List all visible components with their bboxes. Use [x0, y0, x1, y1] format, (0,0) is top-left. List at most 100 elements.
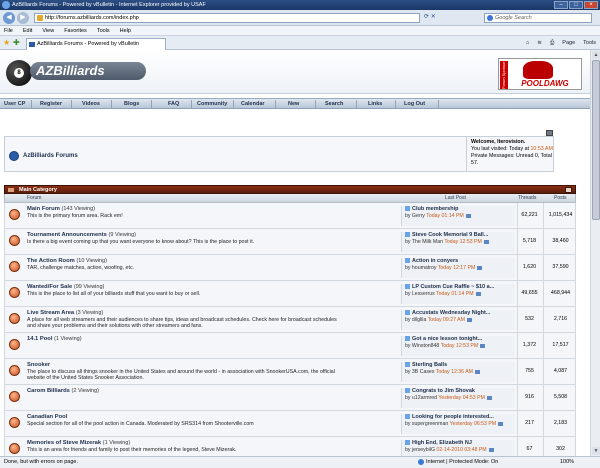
sponsor-banner[interactable]: Forum Sponsor POOLDAWG: [498, 58, 582, 90]
forum-name-link[interactable]: Snooker: [27, 362, 50, 368]
url-input[interactable]: http://forums.azbilliards.com/index.php: [34, 13, 420, 23]
refresh-stop-icons[interactable]: ⟳ ✕: [424, 13, 436, 20]
maximize-button[interactable]: □: [569, 1, 583, 9]
last-post-title-link[interactable]: Sterling Balls: [412, 362, 447, 368]
last-post-title-link[interactable]: Steve Cook Memorial 9 Ball...: [412, 232, 488, 238]
browser-tab[interactable]: AzBilliards Forums - Powered by vBulleti…: [26, 38, 166, 50]
last-post-title-link[interactable]: Looking for people interested...: [412, 414, 494, 420]
forum-info: Carom Billiards (2 Viewing): [27, 388, 397, 395]
nav-videos[interactable]: Videos: [82, 99, 100, 109]
menu-tools[interactable]: Tools: [97, 26, 110, 35]
nav-new[interactable]: New: [288, 99, 299, 109]
last-post-time: 02-14-2010 03:48 PM: [436, 447, 487, 453]
last-post-author[interactable]: by jerseybilG: [405, 447, 435, 453]
forum-info: Tournament Announcements (9 Viewing) Is t…: [27, 232, 397, 245]
forum-name-link[interactable]: Tournament Announcements: [27, 232, 107, 238]
last-post-author[interactable]: by 3B Cases: [405, 369, 434, 375]
nav-links[interactable]: Links: [368, 99, 382, 109]
go-to-last-post-icon[interactable]: [486, 395, 492, 400]
home-icon[interactable]: ⌂: [526, 39, 529, 47]
last-post-title-link[interactable]: Club membership: [412, 206, 458, 212]
back-button[interactable]: ◀: [3, 12, 15, 24]
page-menu[interactable]: Page: [562, 39, 575, 47]
go-to-last-post-icon[interactable]: [498, 421, 504, 426]
tab-favicon: [29, 42, 35, 47]
forward-button[interactable]: ▶: [17, 12, 29, 24]
go-to-last-post-icon[interactable]: [480, 343, 486, 348]
private-messages-link[interactable]: Private Messages: Unread 0, Total 57.: [471, 153, 553, 167]
menu-view[interactable]: View: [42, 26, 54, 35]
last-post-author[interactable]: by u12armred: [405, 395, 437, 401]
nav-user-cp[interactable]: User CP: [4, 99, 25, 109]
last-post-title-link[interactable]: Accustats Wednesday Night...: [412, 310, 490, 316]
last-post-author[interactable]: by Gerry: [405, 213, 425, 219]
last-post-title-link[interactable]: Got a nice lesson tonight...: [412, 336, 482, 342]
last-post-author[interactable]: by supergreenman: [405, 421, 448, 427]
minimize-button[interactable]: –: [554, 1, 568, 9]
nav-log-out[interactable]: Log Out: [404, 99, 425, 109]
breadcrumb-title[interactable]: AzBilliards Forums: [23, 153, 78, 159]
forum-name-link[interactable]: Wanted/For Sale: [27, 284, 72, 290]
forum-description: This is an area for friends and family t…: [27, 446, 237, 453]
nav-blogs[interactable]: Blogs: [124, 99, 139, 109]
zoom-level[interactable]: 100%: [560, 457, 574, 468]
nav-register[interactable]: Register: [40, 99, 62, 109]
go-to-last-post-icon[interactable]: [483, 239, 489, 244]
menu-help[interactable]: Help: [120, 26, 131, 35]
category-title[interactable]: Main Category: [19, 187, 57, 193]
add-favorites-icon[interactable]: ✚: [13, 38, 20, 48]
forum-name-link[interactable]: Carom Billiards: [27, 388, 70, 394]
forum-info: 14.1 Pool (1 Viewing): [27, 336, 397, 343]
last-post-time: Yesterday 04:53 PM: [438, 395, 485, 401]
menu-favorites[interactable]: Favorites: [64, 26, 87, 35]
last-post-title-link[interactable]: LP Custom Cue Raffle ~ $10 a...: [412, 284, 494, 290]
security-zone[interactable]: Internet | Protected Mode: On: [418, 457, 498, 468]
forum-name-link[interactable]: Live Stream Area: [27, 310, 74, 316]
column-headers: Forum Last Post Threads Posts: [4, 194, 576, 203]
last-post-title-link[interactable]: Congrats to Jim Shovak: [412, 388, 475, 394]
feeds-icon[interactable]: ≋: [537, 39, 542, 47]
nav-calendar[interactable]: Calendar: [241, 99, 265, 109]
forum-home-icon[interactable]: [9, 151, 19, 161]
page-scrollbar[interactable]: ▲ ▼: [590, 50, 600, 456]
scrollbar-thumb[interactable]: [592, 60, 600, 220]
tools-menu[interactable]: Tools: [583, 39, 596, 47]
go-to-last-post-icon[interactable]: [466, 317, 472, 322]
scroll-down-icon[interactable]: ▼: [592, 447, 600, 455]
go-to-last-post-icon[interactable]: [488, 447, 494, 452]
print-icon[interactable]: ⎙: [550, 39, 554, 47]
forum-description: This is the place to list all of your bi…: [27, 290, 201, 297]
forum-name-link[interactable]: The Action Room: [27, 258, 75, 264]
search-input[interactable]: Google Search: [484, 13, 592, 23]
last-post-title-link[interactable]: High End, Elizabeth NJ: [412, 440, 472, 446]
viewing-count: (10 Viewing): [76, 258, 107, 264]
last-post-author[interactable]: by Lesserrus: [405, 291, 435, 297]
nav-search[interactable]: Search: [325, 99, 343, 109]
nav-faq[interactable]: FAQ: [168, 99, 179, 109]
last-post-author[interactable]: by The Milk Man: [405, 239, 443, 245]
viewing-count: (143 Viewing): [61, 206, 96, 212]
scroll-up-icon[interactable]: ▲: [592, 51, 600, 59]
forum-name-link[interactable]: Main Forum: [27, 206, 60, 212]
favorites-star-icon[interactable]: ★: [3, 38, 10, 48]
close-button[interactable]: ×: [584, 1, 598, 9]
last-post-author[interactable]: by dilglila: [405, 317, 426, 323]
go-to-last-post-icon[interactable]: [465, 213, 471, 218]
forum-row: 14.1 Pool (1 Viewing) Got a nice lesson t…: [4, 333, 576, 359]
last-post-title-link[interactable]: Action in conyers: [412, 258, 458, 264]
welcome-panel: Welcome, lterovision. You last visited: …: [471, 139, 553, 167]
last-post-author[interactable]: by Winston848: [405, 343, 439, 349]
go-to-last-post-icon[interactable]: [474, 369, 480, 374]
last-post-author[interactable]: by houmatroy: [405, 265, 436, 271]
menu-edit[interactable]: Edit: [23, 26, 32, 35]
go-to-last-post-icon[interactable]: [477, 265, 483, 270]
forum-name-link[interactable]: 14.1 Pool: [27, 336, 52, 342]
menu-file[interactable]: File: [4, 26, 13, 35]
forum-name-link[interactable]: Memories of Steve Mizerak: [27, 440, 101, 446]
site-logo[interactable]: 8 AZBilliards: [0, 56, 150, 90]
forum-name-link[interactable]: Canadian Pool: [27, 414, 67, 420]
category-collapse-icon[interactable]: [565, 187, 572, 193]
forum-status-icon: [9, 365, 20, 376]
go-to-last-post-icon[interactable]: [475, 291, 481, 296]
nav-community[interactable]: Community: [197, 99, 227, 109]
